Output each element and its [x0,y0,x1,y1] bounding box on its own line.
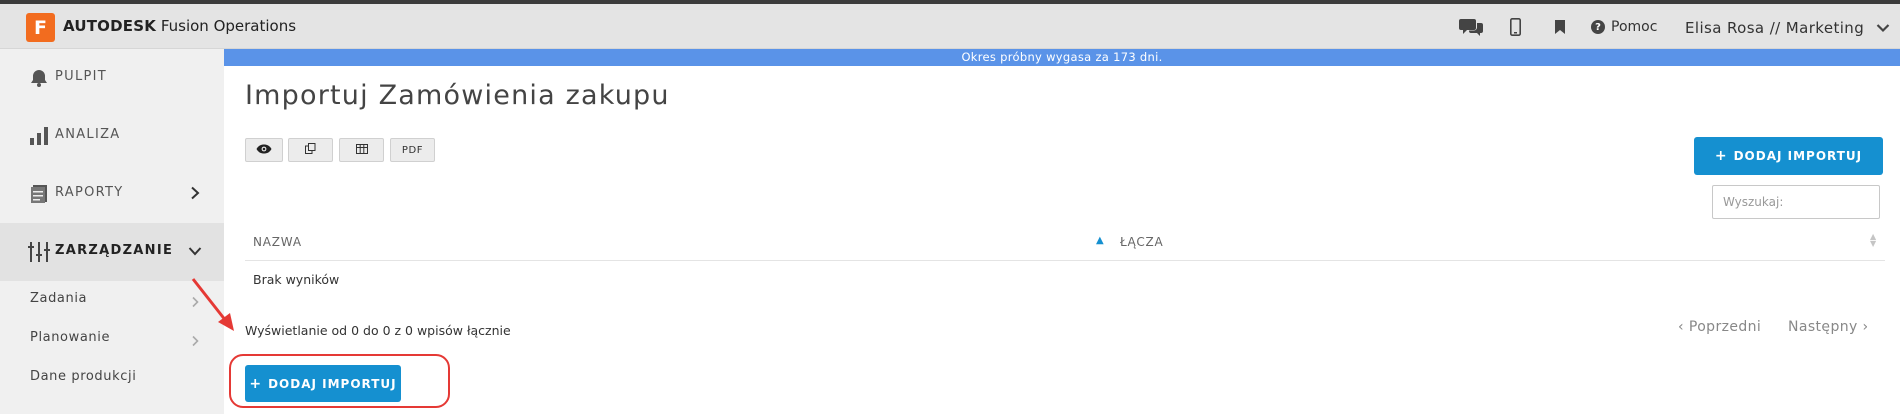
sort-asc-icon: ▲ [1096,235,1104,246]
sliders-icon [28,241,50,263]
user-menu[interactable]: Elisa Rosa // Marketing [1685,19,1890,37]
report-icon [28,183,50,205]
search-input[interactable] [1712,185,1880,219]
add-import-button-top[interactable]: + DODAJ IMPORTUJ [1694,137,1883,175]
pager-prev[interactable]: ‹ Poprzedni [1678,319,1761,335]
table-empty-message: Brak wyników [253,272,340,287]
column-header-nazwa[interactable]: NAZWA [253,235,302,249]
chevron-down-icon [188,243,202,257]
brand-name: AUTODESK Fusion Operations [63,17,297,35]
help-icon: ? [1591,20,1605,34]
trial-banner: Okres próbny wygasa za 173 dni. [224,49,1900,66]
sidebar-item-zarzadzanie[interactable]: ZARZĄDZANIE [0,223,224,281]
annotation-arrow-icon [191,278,234,331]
bell-icon [28,67,50,89]
chevron-down-icon [1876,19,1890,37]
toggle-columns-button[interactable] [245,138,283,162]
help-link[interactable]: ? Pomoc [1591,19,1657,35]
page-title: Importuj Zamówienia zakupu [245,80,670,111]
top-header: F AUTODESK Fusion Operations ? Pomoc Elis… [0,4,1900,49]
pager-next[interactable]: Następny › [1788,319,1869,335]
sidebar-item-analiza[interactable]: ANALIZA [0,107,224,165]
mobile-icon[interactable] [1509,16,1521,38]
copy-icon [305,143,316,157]
sidebar-subitem-dane-produkcji[interactable]: Dane produkcji [0,359,224,395]
annotation-highlight-box [229,354,450,408]
bookmark-icon[interactable] [1554,16,1566,38]
eye-icon [256,144,272,157]
chevron-right-icon [188,185,202,200]
chat-icon[interactable] [1459,16,1483,38]
fusion-logo[interactable]: F [26,13,55,42]
export-csv-button[interactable] [339,138,384,162]
table-info: Wyświetlanie od 0 do 0 z 0 wpisów łączni… [245,323,511,338]
sidebar: PULPIT ANALIZA RAPORTY ZARZĄDZANIE Zadan… [0,49,224,414]
copy-button[interactable] [288,138,333,162]
bar-chart-icon [28,125,50,147]
column-header-lacza[interactable]: ŁĄCZA [1120,235,1164,249]
sidebar-item-pulpit[interactable]: PULPIT [0,49,224,107]
table-header: NAZWA ▲ ŁĄCZA ▲ ▼ [245,229,1885,261]
sidebar-item-raporty[interactable]: RAPORTY [0,165,224,223]
plus-icon: + [1714,148,1728,164]
export-pdf-button[interactable]: PDF [390,138,435,162]
sort-both-icon: ▲ ▼ [1870,232,1877,248]
table-icon [355,143,368,157]
